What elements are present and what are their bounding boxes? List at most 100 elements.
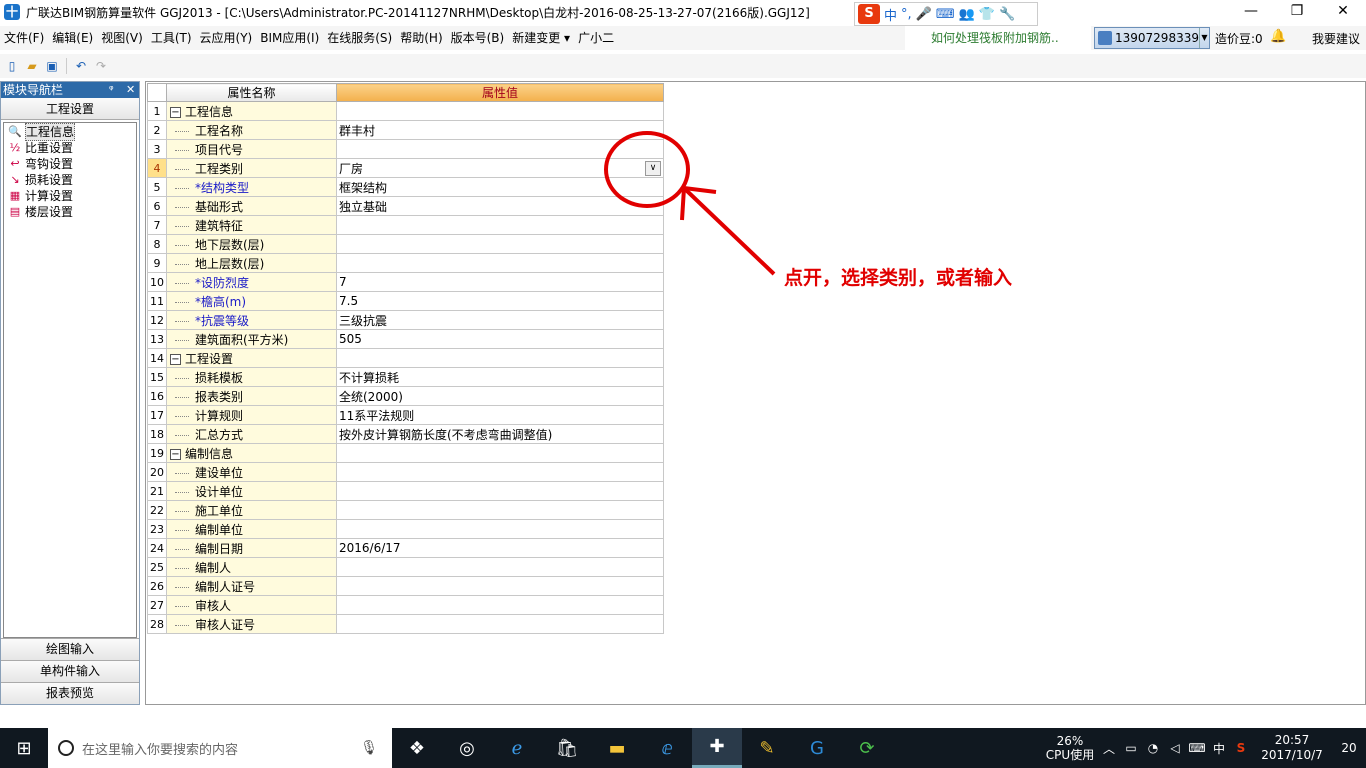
table-row[interactable]: 18 汇总方式 按外皮计算钢筋长度(不考虑弯曲调整值) <box>147 424 664 444</box>
grid-header-value[interactable]: 属性值 <box>336 83 664 102</box>
property-name-cell[interactable]: 设计单位 <box>166 481 337 501</box>
redo-icon[interactable]: ↷ <box>93 58 109 74</box>
table-row[interactable]: 1− 工程信息 <box>147 101 664 121</box>
property-name-cell[interactable]: 地上层数(层) <box>166 253 337 273</box>
table-row[interactable]: 23 编制单位 <box>147 519 664 539</box>
row-number[interactable]: 16 <box>147 386 167 406</box>
undo-icon[interactable]: ↶ <box>73 58 89 74</box>
ime-indicator[interactable]: 中 <box>1208 740 1230 757</box>
property-value-cell[interactable] <box>336 234 664 254</box>
property-name-cell[interactable]: − 工程信息 <box>166 101 337 121</box>
menu-assistant[interactable]: 广小二 <box>574 27 618 49</box>
grid-header-name[interactable]: 属性名称 <box>166 83 337 102</box>
ime-keyboard-icon[interactable]: ⌨ <box>936 7 955 22</box>
table-row[interactable]: 19− 编制信息 <box>147 443 664 463</box>
store-icon[interactable]: 🛍 <box>542 728 592 768</box>
row-number[interactable]: 24 <box>147 538 167 558</box>
file-explorer-icon[interactable]: ▬ <box>592 728 642 768</box>
table-row[interactable]: 20 建设单位 <box>147 462 664 482</box>
property-name-cell[interactable]: 建筑面积(平方米) <box>166 329 337 349</box>
table-row[interactable]: 3 项目代号 <box>147 139 664 159</box>
ime-mic-icon[interactable]: 🎤 <box>916 7 932 22</box>
row-number[interactable]: 15 <box>147 367 167 387</box>
nav-drawing-input[interactable]: 绘图输入 <box>1 638 139 660</box>
property-value-cell[interactable]: 群丰村 <box>336 120 664 140</box>
property-name-cell[interactable]: 编制日期 <box>166 538 337 558</box>
nav-item-weight[interactable]: ½ 比重设置 <box>4 140 136 156</box>
cost-beans[interactable]: 造价豆:0 <box>1215 30 1263 47</box>
table-row[interactable]: 4 工程类别 厂房 ∨ <box>147 158 664 178</box>
property-value-cell[interactable]: 三级抗震 <box>336 310 664 330</box>
table-row[interactable]: 12 *抗震等级 三级抗震 <box>147 310 664 330</box>
table-row[interactable]: 22 施工单位 <box>147 500 664 520</box>
nav-item-loss[interactable]: ↘ 损耗设置 <box>4 172 136 188</box>
property-value-cell[interactable] <box>336 595 664 615</box>
row-number[interactable]: 25 <box>147 557 167 577</box>
bell-icon[interactable]: 🔔 <box>1270 29 1286 44</box>
table-row[interactable]: 21 设计单位 <box>147 481 664 501</box>
menu-online[interactable]: 在线服务(S) <box>323 27 396 49</box>
property-value-cell[interactable]: 不计算损耗 <box>336 367 664 387</box>
menu-version[interactable]: 版本号(B) <box>447 27 509 49</box>
table-row[interactable]: 6 基础形式 独立基础 <box>147 196 664 216</box>
property-value-cell[interactable]: 2016/6/17 <box>336 538 664 558</box>
menu-cloud[interactable]: 云应用(Y) <box>196 27 257 49</box>
property-value-cell[interactable]: 7.5 <box>336 291 664 311</box>
row-number[interactable]: 28 <box>147 614 167 634</box>
property-name-cell[interactable]: 项目代号 <box>166 139 337 159</box>
windows-start-icon[interactable]: ⊞ <box>0 728 48 768</box>
property-name-cell[interactable]: 地下层数(层) <box>166 234 337 254</box>
property-name-cell[interactable]: 审核人证号 <box>166 614 337 634</box>
nav-report-preview[interactable]: 报表预览 <box>1 682 139 704</box>
menu-file[interactable]: 文件(F) <box>0 27 48 49</box>
ime-punct-icon[interactable]: °, <box>901 7 912 22</box>
property-name-cell[interactable]: 施工单位 <box>166 500 337 520</box>
property-value-cell[interactable]: 505 <box>336 329 664 349</box>
row-number[interactable]: 9 <box>147 253 167 273</box>
row-number[interactable]: 14 <box>147 348 167 368</box>
open-folder-icon[interactable]: ▰ <box>24 58 40 74</box>
table-row[interactable]: 15 损耗模板 不计算损耗 <box>147 367 664 387</box>
table-row[interactable]: 16 报表类别 全统(2000) <box>147 386 664 406</box>
property-name-cell[interactable]: 建设单位 <box>166 462 337 482</box>
property-value-cell[interactable]: 全统(2000) <box>336 386 664 406</box>
table-row[interactable]: 25 编制人 <box>147 557 664 577</box>
row-number[interactable]: 7 <box>147 215 167 235</box>
ie-icon[interactable]: ⅇ <box>642 728 692 768</box>
table-row[interactable]: 17 计算规则 11系平法规则 <box>147 405 664 425</box>
tray-expand-icon[interactable]: ︿ <box>1098 740 1120 757</box>
property-value-cell[interactable] <box>336 614 664 634</box>
nav-item-hook[interactable]: ↩ 弯钩设置 <box>4 156 136 172</box>
app-g-icon[interactable]: G <box>792 728 842 768</box>
row-number[interactable]: 17 <box>147 405 167 425</box>
property-name-cell[interactable]: 报表类别 <box>166 386 337 406</box>
table-row[interactable]: 24 编制日期 2016/6/17 <box>147 538 664 558</box>
cpu-meter[interactable]: 26% CPU使用 <box>1042 734 1098 762</box>
row-number[interactable]: 3 <box>147 139 167 159</box>
row-number[interactable]: 6 <box>147 196 167 216</box>
property-value-cell[interactable] <box>336 519 664 539</box>
row-number[interactable]: 12 <box>147 310 167 330</box>
row-number[interactable]: 22 <box>147 500 167 520</box>
property-name-cell[interactable]: 编制人证号 <box>166 576 337 596</box>
ime-user-icon[interactable]: 👥 <box>959 7 975 22</box>
menu-edit[interactable]: 编辑(E) <box>48 27 97 49</box>
property-name-cell[interactable]: 损耗模板 <box>166 367 337 387</box>
property-name-cell[interactable]: 工程类别 <box>166 158 337 178</box>
property-name-cell[interactable]: − 工程设置 <box>166 348 337 368</box>
row-number[interactable]: 5 <box>147 177 167 197</box>
property-name-cell[interactable]: 汇总方式 <box>166 424 337 444</box>
row-number[interactable]: 26 <box>147 576 167 596</box>
table-row[interactable]: 28 审核人证号 <box>147 614 664 634</box>
save-icon[interactable]: ▣ <box>44 58 60 74</box>
row-number[interactable]: 4 <box>147 158 167 178</box>
property-name-cell[interactable]: *檐高(m) <box>166 291 337 311</box>
row-number[interactable]: 18 <box>147 424 167 444</box>
property-name-cell[interactable]: 基础形式 <box>166 196 337 216</box>
property-value-cell[interactable] <box>336 500 664 520</box>
table-row[interactable]: 7 建筑特征 <box>147 215 664 235</box>
nav-item-calc[interactable]: ▦ 计算设置 <box>4 188 136 204</box>
ime-skin-icon[interactable]: 👕 <box>979 7 995 22</box>
collapse-icon[interactable]: − <box>170 106 181 118</box>
sogou-icon[interactable]: S <box>858 4 880 24</box>
